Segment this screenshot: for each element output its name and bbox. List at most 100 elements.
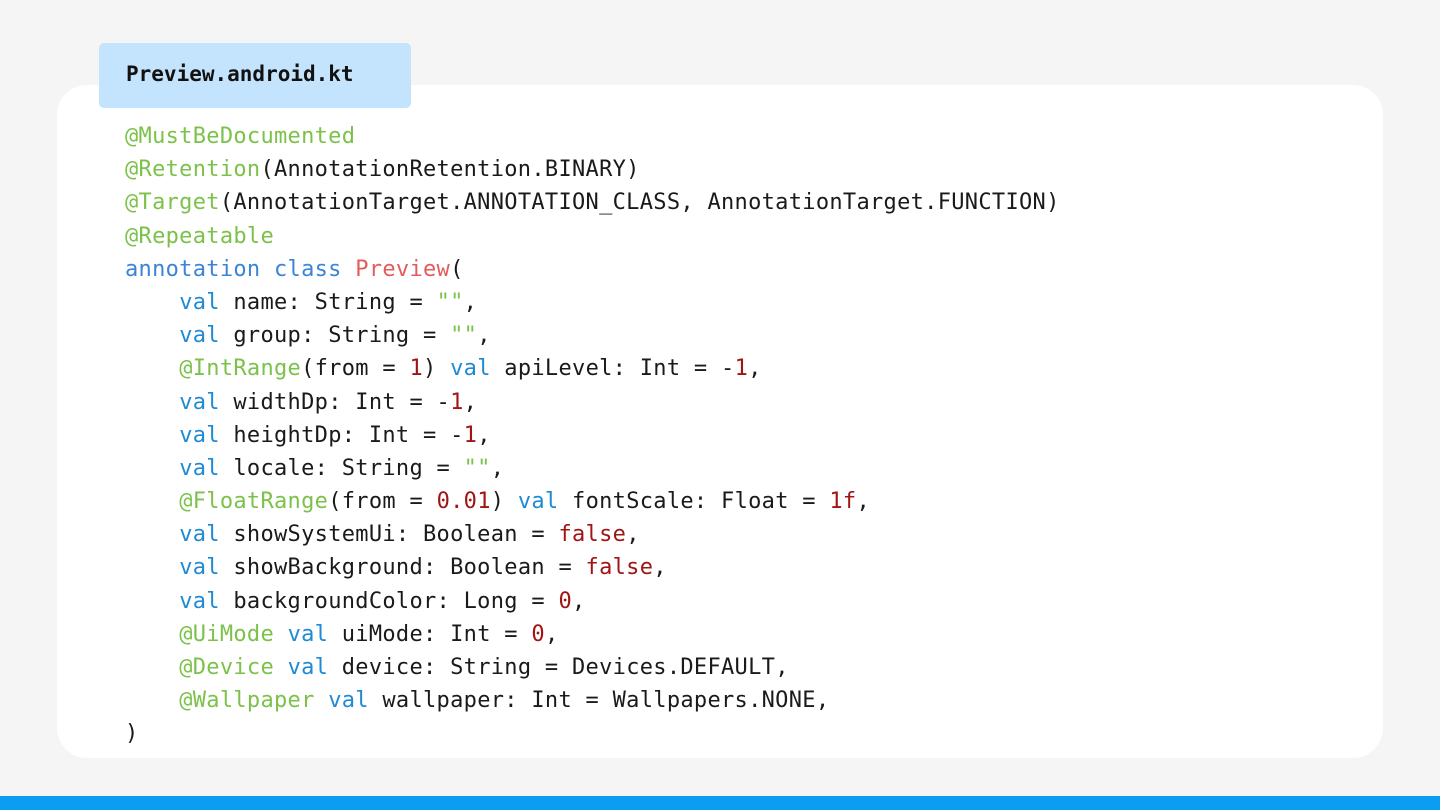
- code-line: val heightDp: Int = -1,: [125, 419, 1060, 452]
- code-token-plain: ,: [463, 389, 478, 415]
- code-token-cls: Preview: [355, 256, 451, 282]
- code-token-plain: ,: [477, 422, 491, 448]
- code-line: @Wallpaper val wallpaper: Int = Wallpape…: [125, 684, 1060, 717]
- code-token-plain: showSystemUi: Boolean =: [219, 522, 559, 548]
- bottom-accent-bar: [0, 796, 1440, 810]
- code-line: val showBackground: Boolean = false,: [125, 551, 1060, 584]
- code-token-plain: ): [490, 489, 518, 515]
- code-token-num: 0.01: [436, 489, 491, 515]
- code-token-plain: ): [423, 356, 451, 382]
- code-token-ann: @Wallpaper: [179, 688, 315, 714]
- code-line: @IntRange(from = 1) val apiLevel: Int = …: [125, 352, 1060, 385]
- code-token-val: val: [179, 588, 220, 614]
- code-token-plain: group: String =: [219, 323, 451, 349]
- code-token-ann: @Repeatable: [125, 223, 274, 249]
- file-tab-label: Preview.android.kt: [126, 62, 354, 86]
- code-line: @FloatRange(from = 0.01) val fontScale: …: [125, 485, 1060, 518]
- code-token-plain: locale: String =: [219, 455, 464, 481]
- code-line: @MustBeDocumented: [125, 120, 1060, 153]
- file-tab[interactable]: Preview.android.kt: [99, 43, 411, 108]
- code-token-plain: device: String = Devices.DEFAULT,: [328, 655, 789, 680]
- code-token-plain: ,: [477, 323, 491, 349]
- code-token-plain: ,: [748, 356, 762, 382]
- code-token-plain: ,: [626, 522, 640, 548]
- code-token-val: val: [450, 356, 491, 382]
- code-token-ann: @Retention: [125, 157, 261, 183]
- code-token-ann: @FloatRange: [179, 489, 329, 515]
- code-token-plain: ,: [544, 621, 559, 647]
- code-line: @Repeatable: [125, 220, 1060, 253]
- code-token-num: 1: [450, 389, 464, 415]
- code-token-num: false: [585, 555, 654, 581]
- code-token-plain: (from =: [301, 356, 410, 382]
- code-token-val: val: [179, 555, 220, 581]
- code-token-plain: ): [125, 721, 139, 747]
- code-block: @MustBeDocumented @Retention(AnnotationRe…: [125, 120, 1060, 751]
- code-token-val: val: [179, 455, 220, 481]
- code-token-plain: showBackground: Boolean =: [219, 555, 586, 581]
- code-token-str: "": [463, 455, 491, 481]
- code-line: val name: String = "",: [125, 286, 1060, 319]
- code-token-plain: (: [450, 256, 464, 282]
- code-token-ann: @Device: [179, 655, 275, 680]
- code-token-plain: wallpaper: Int = Wallpapers.NONE,: [368, 688, 830, 714]
- code-token-kw: annotation: [125, 256, 261, 282]
- code-token-num: 0: [558, 588, 573, 614]
- code-token-num: 0: [531, 621, 545, 647]
- code-token-plain: (AnnotationRetention.BINARY): [260, 157, 640, 183]
- code-line: @Retention(AnnotationRetention.BINARY): [125, 153, 1060, 186]
- code-token-plain: ,: [463, 289, 478, 315]
- code-token-num: 1: [463, 422, 478, 448]
- code-token-plain: ,: [572, 588, 586, 614]
- code-token-plain: name: String =: [219, 289, 437, 315]
- code-token-plain: ,: [653, 555, 667, 581]
- code-line: val showSystemUi: Boolean = false,: [125, 518, 1060, 551]
- code-token-val: val: [287, 655, 329, 680]
- code-token-val: val: [328, 688, 369, 714]
- code-token-val: val: [287, 621, 329, 647]
- code-token-ann: @IntRange: [179, 356, 302, 382]
- code-token-num: false: [558, 522, 627, 548]
- code-token-val: val: [179, 522, 220, 548]
- code-token-plain: widthDp: Int = -: [219, 389, 451, 415]
- code-line: @Device val device: String = Devices.DEF…: [125, 651, 1060, 684]
- code-line: val locale: String = "",: [125, 452, 1060, 485]
- code-token-plain: ,: [490, 455, 505, 481]
- code-token-plain: heightDp: Int = -: [219, 422, 464, 448]
- code-line: ): [125, 717, 1060, 750]
- code-line: val group: String = "",: [125, 319, 1060, 352]
- code-line: @Target(AnnotationTarget.ANNOTATION_CLAS…: [125, 186, 1060, 219]
- code-token-kw: class: [274, 256, 342, 282]
- code-token-num: 1f: [829, 489, 857, 515]
- code-token-plain: backgroundColor: Long =: [219, 588, 559, 614]
- code-token-num: 1: [734, 356, 749, 382]
- code-token-plain: uiMode: Int =: [328, 621, 532, 647]
- code-token-val: val: [179, 289, 220, 315]
- code-token-val: val: [179, 323, 220, 349]
- code-token-plain: fontScale: Float =: [558, 489, 830, 515]
- code-token-val: val: [179, 422, 220, 448]
- code-token-ann: @Target: [125, 190, 220, 216]
- code-token-plain: (AnnotationTarget.ANNOTATION_CLASS, Anno…: [219, 190, 1060, 216]
- code-token-ann: @UiMode: [179, 621, 275, 647]
- code-line: val backgroundColor: Long = 0,: [125, 585, 1060, 618]
- code-token-plain: (from =: [328, 489, 437, 515]
- code-line: annotation class Preview(: [125, 253, 1060, 286]
